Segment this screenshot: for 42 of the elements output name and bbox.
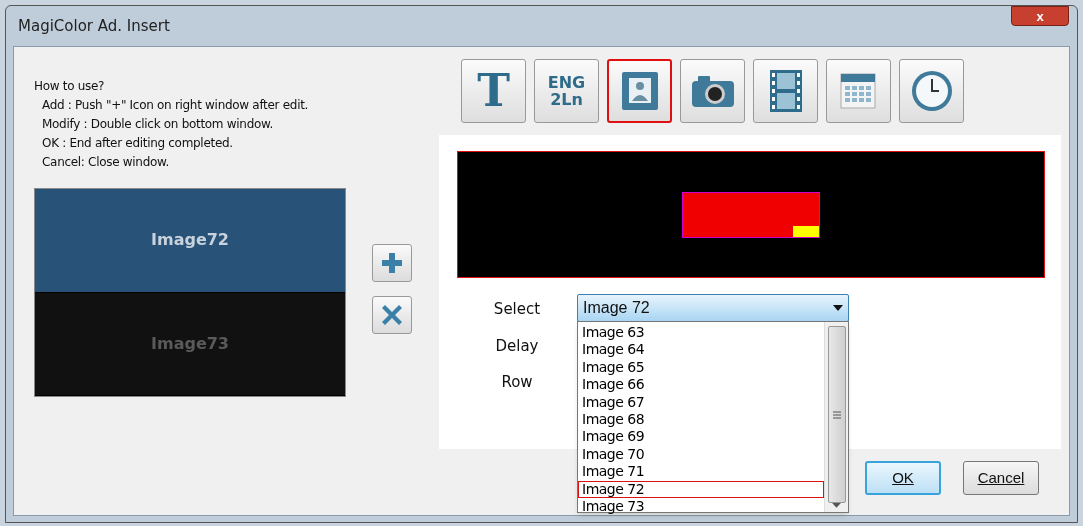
toolbar-button[interactable]: T [461,59,526,123]
add-button[interactable] [372,244,412,282]
caret-icon [833,305,843,311]
help-line: Modify : Double click on bottom window. [41,116,274,133]
select-dropdown[interactable]: Image 72 [577,294,849,322]
dropdown-option[interactable]: Image 68 [578,411,824,429]
dropdown-option[interactable]: Image 66 [578,376,824,394]
ok-button[interactable]: OK [865,461,941,495]
dropdown-option[interactable]: Image 64 [578,341,824,359]
clock-icon [909,69,954,113]
toolbar-button[interactable]: ENG 2Ln [534,59,599,123]
cancel-button[interactable]: Cancel [963,461,1039,495]
dropdown-option[interactable]: Image 67 [578,393,824,412]
text-icon: T [477,69,510,113]
help-line: Add : Push "+" Icon on right window after edit. [41,97,310,114]
select-label: Select [493,299,541,320]
film-strip-icon [768,69,803,113]
portrait-frame-icon [619,70,660,112]
dropdown-option[interactable]: Image 73 [578,498,824,516]
close-button[interactable]: x [1011,6,1069,26]
toolbar-button[interactable] [680,59,745,123]
camera-icon [689,74,736,108]
dropdown-option[interactable]: Image 69 [578,428,824,446]
scrollbar[interactable] [824,322,848,512]
plus-icon [381,252,403,274]
row-label: Row [501,372,533,393]
help-line: Cancel: Close window. [41,154,170,171]
delay-label: Delay [495,335,539,357]
dropdown-option[interactable]: Image 72 [578,480,824,499]
help-heading: How to use? [34,78,106,95]
delete-button[interactable] [372,296,412,334]
cross-icon [381,304,403,326]
dropdown-option[interactable]: Image 71 [578,463,824,481]
slide-item[interactable]: Image72 [35,189,345,293]
window-title: MagiColor Ad. Insert [18,15,170,37]
dropdown-option[interactable]: Image 70 [578,445,824,464]
grip-icon [832,410,841,419]
help-line: OK : End after editing completed. [41,135,234,152]
eng-2ln-icon: ENG 2Ln [547,74,586,108]
calendar-icon [838,70,879,112]
dropdown-option[interactable]: Image 63 [578,324,824,342]
dropdown-option[interactable]: Image 65 [578,358,824,377]
